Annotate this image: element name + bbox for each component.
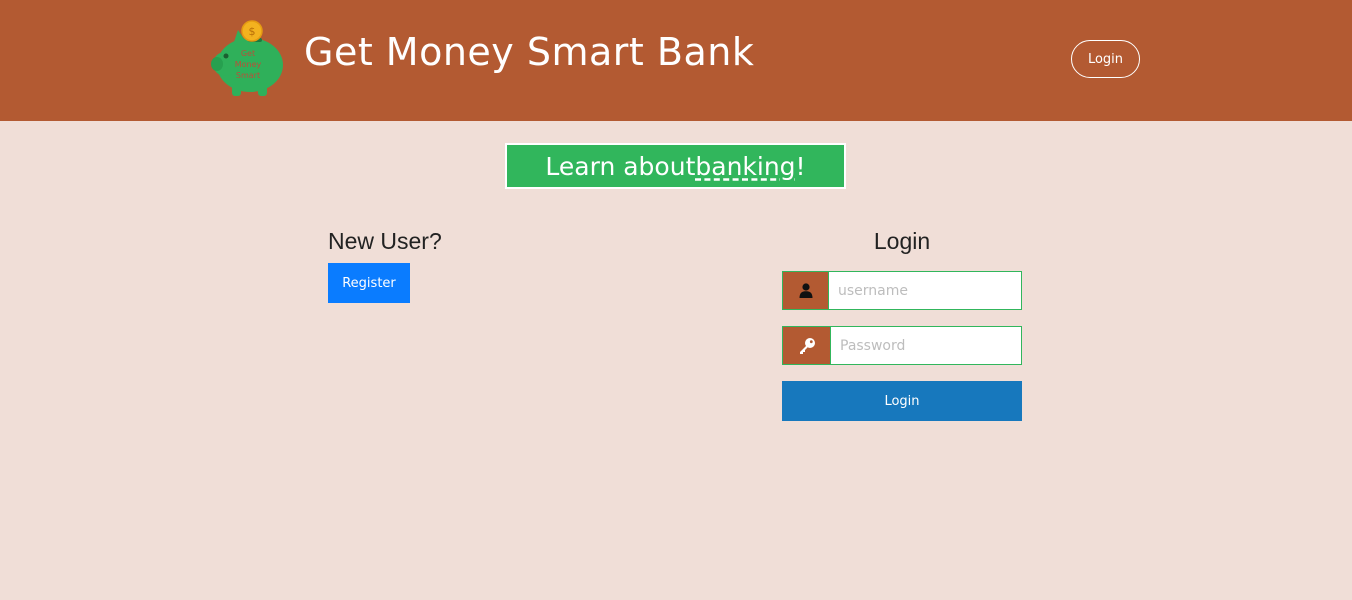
login-heading: Login [873, 228, 931, 254]
piggy-bank-logo[interactable]: $ Get Money Smart [208, 20, 288, 100]
banner-text: Learn about [545, 151, 696, 181]
header-login-button[interactable]: Login [1071, 40, 1140, 78]
username-field-group [782, 271, 1022, 310]
login-submit-button[interactable]: Login [782, 381, 1022, 421]
password-field-group [782, 326, 1022, 365]
new-user-heading: New User? [328, 228, 442, 254]
banner-text-underlined: banking [695, 151, 796, 181]
learn-about-banking-link[interactable]: Learn about banking ! [505, 143, 846, 189]
banner-text-end: ! [795, 151, 806, 181]
key-icon [783, 327, 831, 364]
site-header: $ Get Money Smart Get Money Smart Bank L… [0, 0, 1352, 121]
register-button[interactable]: Register [328, 263, 410, 303]
username-input[interactable] [829, 272, 1021, 309]
site-title[interactable]: Get Money Smart Bank [304, 30, 754, 74]
piggy-bank-icon: $ [211, 20, 283, 96]
svg-text:$: $ [249, 25, 256, 38]
user-icon [783, 272, 829, 309]
password-input[interactable] [831, 327, 1021, 364]
